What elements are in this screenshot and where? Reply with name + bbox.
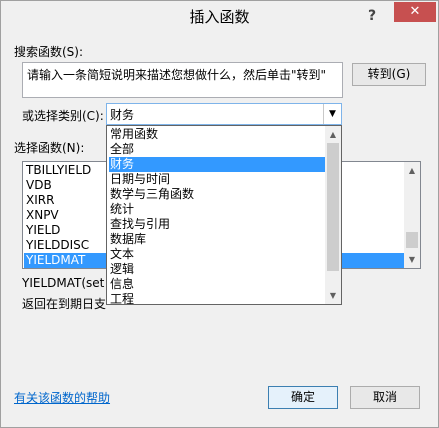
list-item[interactable]: XNPV	[26, 208, 59, 223]
dropdown-option[interactable]: 全部	[109, 142, 327, 157]
dropdown-option[interactable]: 文本	[109, 247, 327, 262]
list-item[interactable]: YIELDDISC	[26, 238, 89, 253]
dropdown-option[interactable]: 数据库	[109, 232, 327, 247]
category-dropdown[interactable]: 常用函数 全部 财务 日期与时间 数学与三角函数 统计 查找与引用 数据库 文本…	[106, 125, 342, 305]
category-label: 或选择类别(C):	[22, 109, 104, 123]
dropdown-option-selected[interactable]: 财务	[109, 157, 327, 172]
scroll-down-icon[interactable]: ▼	[404, 251, 420, 268]
ok-button[interactable]: 确定	[268, 386, 338, 409]
list-item[interactable]: YIELD	[26, 223, 60, 238]
dropdown-option[interactable]: 常用函数	[109, 127, 327, 142]
dropdown-scrollbar[interactable]: ▲ ▼	[325, 126, 341, 304]
chevron-down-icon[interactable]: ▼	[323, 104, 341, 124]
go-button[interactable]: 转到(G)	[352, 63, 426, 86]
scroll-down-icon[interactable]: ▼	[325, 287, 341, 304]
function-list-scrollbar[interactable]: ▲ ▼	[404, 162, 420, 268]
close-button[interactable]: ✕	[394, 2, 436, 22]
dropdown-option[interactable]: 统计	[109, 202, 327, 217]
search-input[interactable]: 请输入一条简短说明来描述您想做什么，然后单击"转到"	[22, 62, 343, 98]
function-help-link[interactable]: 有关该函数的帮助	[14, 389, 110, 406]
category-value: 财务	[110, 108, 135, 122]
list-item[interactable]: TBILLYIELD	[26, 163, 91, 178]
dropdown-option[interactable]: 工程	[109, 292, 327, 304]
function-description: 返回在到期日支	[22, 297, 107, 311]
scroll-thumb[interactable]	[406, 232, 418, 248]
cancel-button[interactable]: 取消	[350, 386, 420, 409]
list-item[interactable]: VDB	[26, 178, 52, 193]
scroll-thumb[interactable]	[327, 143, 339, 271]
dropdown-option[interactable]: 查找与引用	[109, 217, 327, 232]
list-item[interactable]: XIRR	[26, 193, 54, 208]
dropdown-option[interactable]: 数学与三角函数	[109, 187, 327, 202]
scroll-up-icon[interactable]: ▲	[404, 162, 420, 179]
help-button[interactable]: ?	[362, 6, 382, 26]
search-label: 搜索函数(S):	[14, 45, 84, 59]
function-signature: YIELDMAT(set	[22, 276, 105, 290]
category-select[interactable]: 财务 ▼	[106, 103, 342, 125]
function-list-label: 选择函数(N):	[14, 141, 85, 155]
dropdown-option[interactable]: 日期与时间	[109, 172, 327, 187]
dropdown-option[interactable]: 信息	[109, 277, 327, 292]
dropdown-option[interactable]: 逻辑	[109, 262, 327, 277]
scroll-up-icon[interactable]: ▲	[325, 126, 341, 143]
